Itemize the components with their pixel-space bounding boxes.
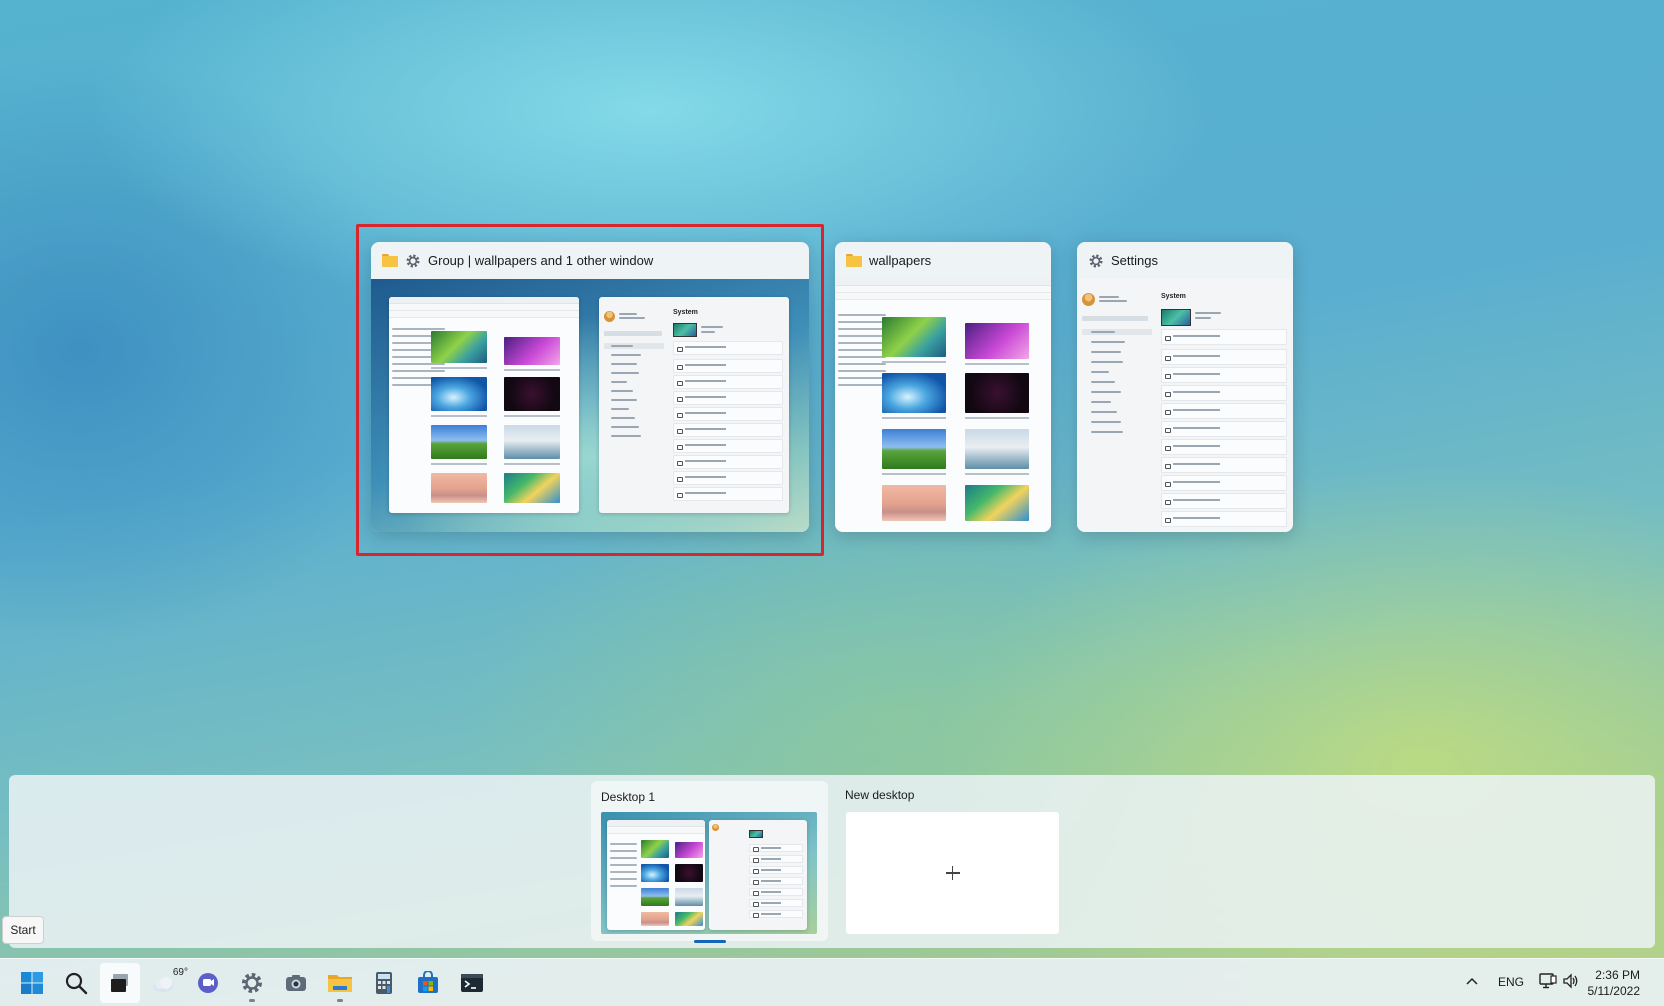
settings-card-header: Settings	[1077, 242, 1293, 279]
group-settings-heading: System	[673, 309, 698, 316]
settings-running-indicator	[249, 999, 255, 1002]
teams-chat-button[interactable]	[188, 963, 228, 1003]
terminal-icon	[461, 974, 483, 992]
settings-card-title: Settings	[1111, 253, 1158, 268]
start-button[interactable]	[12, 963, 52, 1003]
volume-icon[interactable]	[1562, 973, 1580, 989]
clock-time: 2:36 PM	[1595, 968, 1640, 982]
search-button[interactable]	[56, 963, 96, 1003]
wallpapers-preview	[835, 279, 1051, 532]
task-view-button[interactable]	[100, 963, 140, 1003]
calculator-button[interactable]	[364, 963, 404, 1003]
show-hidden-icons-chevron-icon[interactable]	[1466, 977, 1478, 985]
language-indicator[interactable]: ENG	[1498, 975, 1524, 989]
plus-icon	[945, 866, 960, 880]
group-settings-preview: System	[599, 297, 789, 513]
settings-taskbar-button[interactable]	[232, 963, 272, 1003]
file-explorer-icon	[328, 975, 352, 992]
start-tooltip: Start	[2, 916, 44, 944]
current-desktop-indicator	[694, 940, 726, 943]
desktop-1-label: Desktop 1	[601, 790, 656, 804]
weather-widget-button[interactable]: 69°	[144, 963, 188, 1003]
group-explorer-preview	[389, 297, 579, 513]
folder-icon	[382, 254, 398, 267]
desktop-1-thumbnail[interactable]	[601, 812, 817, 934]
weather-temperature: 69°	[172, 967, 188, 978]
group-card-title: Group | wallpapers and 1 other window	[428, 253, 654, 268]
new-desktop-button[interactable]	[846, 812, 1059, 934]
wallpapers-window-card[interactable]: wallpapers	[835, 242, 1051, 532]
file-explorer-button[interactable]	[320, 963, 360, 1003]
network-icon[interactable]	[1539, 973, 1557, 989]
group-window-card[interactable]: Group | wallpapers and 1 other window Sy…	[371, 242, 809, 532]
store-button[interactable]	[408, 963, 448, 1003]
wallpapers-card-title: wallpapers	[869, 253, 932, 268]
settings-preview-heading: System	[1161, 293, 1186, 300]
group-card-preview: System	[371, 279, 809, 532]
settings-preview: System	[1077, 279, 1293, 532]
gear-icon	[406, 254, 420, 267]
clock[interactable]: 2:36 PM 5/11/2022	[1588, 967, 1641, 999]
gear-icon	[1089, 254, 1103, 267]
terminal-button[interactable]	[452, 963, 492, 1003]
virtual-desktops-bar	[9, 775, 1655, 948]
wallpapers-card-header: wallpapers	[835, 242, 1051, 279]
camera-button[interactable]	[276, 963, 316, 1003]
search-icon	[65, 972, 88, 995]
teams-chat-icon	[198, 973, 218, 993]
folder-icon	[846, 254, 862, 267]
settings-window-card[interactable]: Settings System	[1077, 242, 1293, 532]
taskbar: 69° ENG 2:36 PM 5/11/2022	[0, 958, 1664, 1006]
camera-icon	[286, 975, 306, 991]
group-card-header: Group | wallpapers and 1 other window	[371, 242, 809, 279]
start-icon	[21, 972, 43, 994]
file-explorer-running-indicator	[337, 999, 343, 1002]
new-desktop-label: New desktop	[845, 788, 915, 802]
store-icon	[418, 971, 438, 993]
task-view-icon	[111, 974, 128, 992]
settings-icon	[242, 973, 262, 993]
clock-date: 5/11/2022	[1587, 984, 1641, 998]
calculator-icon	[376, 972, 392, 994]
